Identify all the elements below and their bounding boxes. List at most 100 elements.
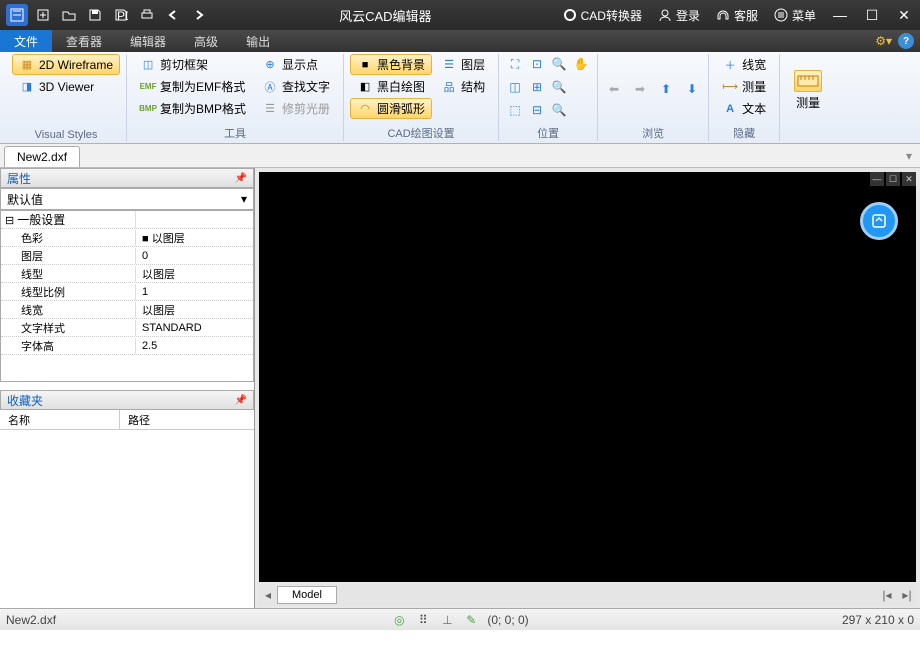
nav-up-icon[interactable]: ⬆ — [656, 79, 676, 99]
pos-icon-6[interactable]: ⊞ — [527, 77, 547, 97]
measure-button[interactable]: ⟼测量 — [715, 76, 773, 97]
property-group-row[interactable]: ⊟ 一般设置 — [1, 211, 253, 229]
menu-editor[interactable]: 编辑器 — [116, 30, 180, 52]
save-pdf-icon[interactable]: PDF — [110, 4, 132, 26]
property-row[interactable]: 文字样式STANDARD — [1, 319, 253, 337]
layer-button[interactable]: ☰图层 — [434, 54, 492, 75]
zoom-fit-icon[interactable]: 🔍 — [549, 100, 569, 120]
model-scroll-left-icon[interactable]: |◂ — [878, 588, 896, 602]
pos-icon-5[interactable]: ◫ — [505, 77, 525, 97]
ribbon-group-browse: ⬅ ➡ ⬆ ⬇ 浏览 — [598, 54, 709, 141]
support-button[interactable]: 客服 — [712, 5, 762, 26]
group-title-position: 位置 — [505, 123, 591, 141]
status-coords: (0; 0; 0) — [487, 613, 528, 627]
login-button[interactable]: 登录 — [654, 5, 704, 26]
cad-converter-button[interactable]: CAD转换器 — [559, 5, 646, 26]
property-row[interactable]: 字体高2.5 — [1, 337, 253, 355]
emf-icon: EMF — [140, 79, 156, 95]
property-row[interactable]: 线型比例1 — [1, 283, 253, 301]
property-value: 以图层 — [136, 302, 253, 318]
tab-dropdown-icon[interactable]: ▾ — [898, 145, 920, 167]
zoom-in-icon[interactable]: 🔍 — [549, 54, 569, 74]
canvas-fab-button[interactable] — [860, 202, 898, 240]
properties-selector[interactable]: 默认值▾ — [0, 188, 254, 210]
menu-output[interactable]: 输出 — [232, 30, 284, 52]
ribbon-group-visual-styles: ▦2D Wireframe ◨3D Viewer Visual Styles — [6, 54, 127, 141]
canvas-tool-close-icon[interactable]: ✕ — [902, 172, 916, 186]
canvas-tool-min-icon[interactable]: — — [870, 172, 884, 186]
find-text-button[interactable]: Ⓐ查找文字 — [255, 76, 337, 97]
options-icon[interactable]: ⚙▾ — [875, 34, 892, 48]
help-icon[interactable]: ? — [898, 33, 914, 49]
copy-emf-button[interactable]: EMF复制为EMF格式 — [133, 76, 253, 97]
drawing-canvas[interactable] — [259, 172, 916, 582]
nav-down-icon[interactable]: ⬇ — [682, 79, 702, 99]
linewidth-button[interactable]: ＋线宽 — [715, 54, 773, 75]
workspace: 属性📌 默认值▾ ⊟ 一般设置 色彩■ 以图层图层0线型以图层线型比例1线宽以图… — [0, 168, 920, 608]
measure-big-button[interactable]: 测量 — [786, 54, 830, 127]
close-button[interactable]: ✕ — [892, 3, 916, 27]
status-target-icon[interactable]: ◎ — [391, 612, 407, 628]
property-row[interactable]: 图层0 — [1, 247, 253, 265]
menu-button[interactable]: 菜单 — [770, 5, 820, 26]
black-bg-button[interactable]: ■黑色背景 — [350, 54, 432, 75]
pos-icon-1[interactable]: ⛶ — [505, 54, 525, 74]
structure-button[interactable]: 品结构 — [434, 76, 492, 97]
linewidth-icon: ＋ — [722, 57, 738, 73]
undo-icon[interactable] — [162, 4, 184, 26]
properties-grid: ⊟ 一般设置 色彩■ 以图层图层0线型以图层线型比例1线宽以图层文字样式STAN… — [0, 210, 254, 382]
property-key: 色彩 — [1, 230, 136, 246]
new-icon[interactable] — [32, 4, 54, 26]
document-tab[interactable]: New2.dxf — [4, 146, 80, 167]
menu-file[interactable]: 文件 — [0, 30, 52, 52]
print-icon[interactable] — [136, 4, 158, 26]
property-key: 线型 — [1, 266, 136, 282]
zoom-out-icon[interactable]: 🔍 — [549, 77, 569, 97]
pos-icon-8[interactable]: ⬚ — [505, 100, 525, 120]
minimize-button[interactable]: — — [828, 3, 852, 27]
copy-bmp-button[interactable]: BMP复制为BMP格式 — [133, 98, 253, 119]
status-ortho-icon[interactable]: ⊥ — [439, 612, 455, 628]
model-tab[interactable]: Model — [277, 586, 337, 604]
bw-draw-button[interactable]: ◧黑白绘图 — [350, 76, 432, 97]
pos-icon-2[interactable]: ⊡ — [527, 54, 547, 74]
pin-icon[interactable]: 📌 — [235, 173, 247, 184]
login-label: 登录 — [676, 7, 700, 24]
favorites-col-path[interactable]: 路径 — [120, 410, 158, 430]
text-label: 文本 — [742, 100, 766, 117]
menu-label: 菜单 — [792, 7, 816, 24]
open-icon[interactable] — [58, 4, 80, 26]
property-row[interactable]: 色彩■ 以图层 — [1, 229, 253, 247]
model-scroll-right-icon[interactable]: ▸| — [898, 588, 916, 602]
property-row[interactable]: 线宽以图层 — [1, 301, 253, 319]
text-icon: A — [722, 101, 738, 117]
pan-icon[interactable]: ✋ — [571, 54, 591, 74]
maximize-button[interactable]: ☐ — [860, 3, 884, 27]
smooth-arc-button[interactable]: ◠圆滑弧形 — [350, 98, 432, 119]
linewidth-label: 线宽 — [742, 56, 766, 73]
nav-fwd-icon[interactable]: ➡ — [630, 79, 650, 99]
app-logo-icon[interactable] — [6, 4, 28, 26]
trim-button[interactable]: ☰修剪光册 — [255, 98, 337, 119]
canvas-tool-max-icon[interactable]: ☐ — [886, 172, 900, 186]
wireframe-2d-button[interactable]: ▦2D Wireframe — [12, 54, 120, 75]
menu-advanced[interactable]: 高级 — [180, 30, 232, 52]
save-icon[interactable] — [84, 4, 106, 26]
pin-icon-2[interactable]: 📌 — [235, 395, 247, 406]
crop-frame-button[interactable]: ◫剪切框架 — [133, 54, 253, 75]
wireframe-icon: ▦ — [19, 57, 35, 73]
viewer-3d-button[interactable]: ◨3D Viewer — [12, 76, 120, 97]
redo-icon[interactable] — [188, 4, 210, 26]
status-snap-icon[interactable]: ✎ — [463, 612, 479, 628]
status-grid-icon[interactable]: ⠿ — [415, 612, 431, 628]
model-prev-icon[interactable]: ◂ — [259, 588, 277, 602]
show-points-button[interactable]: ⊕显示点 — [255, 54, 337, 75]
property-row[interactable]: 线型以图层 — [1, 265, 253, 283]
menu-viewer[interactable]: 查看器 — [52, 30, 116, 52]
favorites-col-name[interactable]: 名称 — [0, 410, 120, 430]
favorites-title: 收藏夹 — [7, 392, 43, 409]
nav-back-icon[interactable]: ⬅ — [604, 79, 624, 99]
pos-icon-9[interactable]: ⊟ — [527, 100, 547, 120]
text-button[interactable]: A文本 — [715, 98, 773, 119]
group-title-hide: 隐藏 — [715, 123, 773, 141]
